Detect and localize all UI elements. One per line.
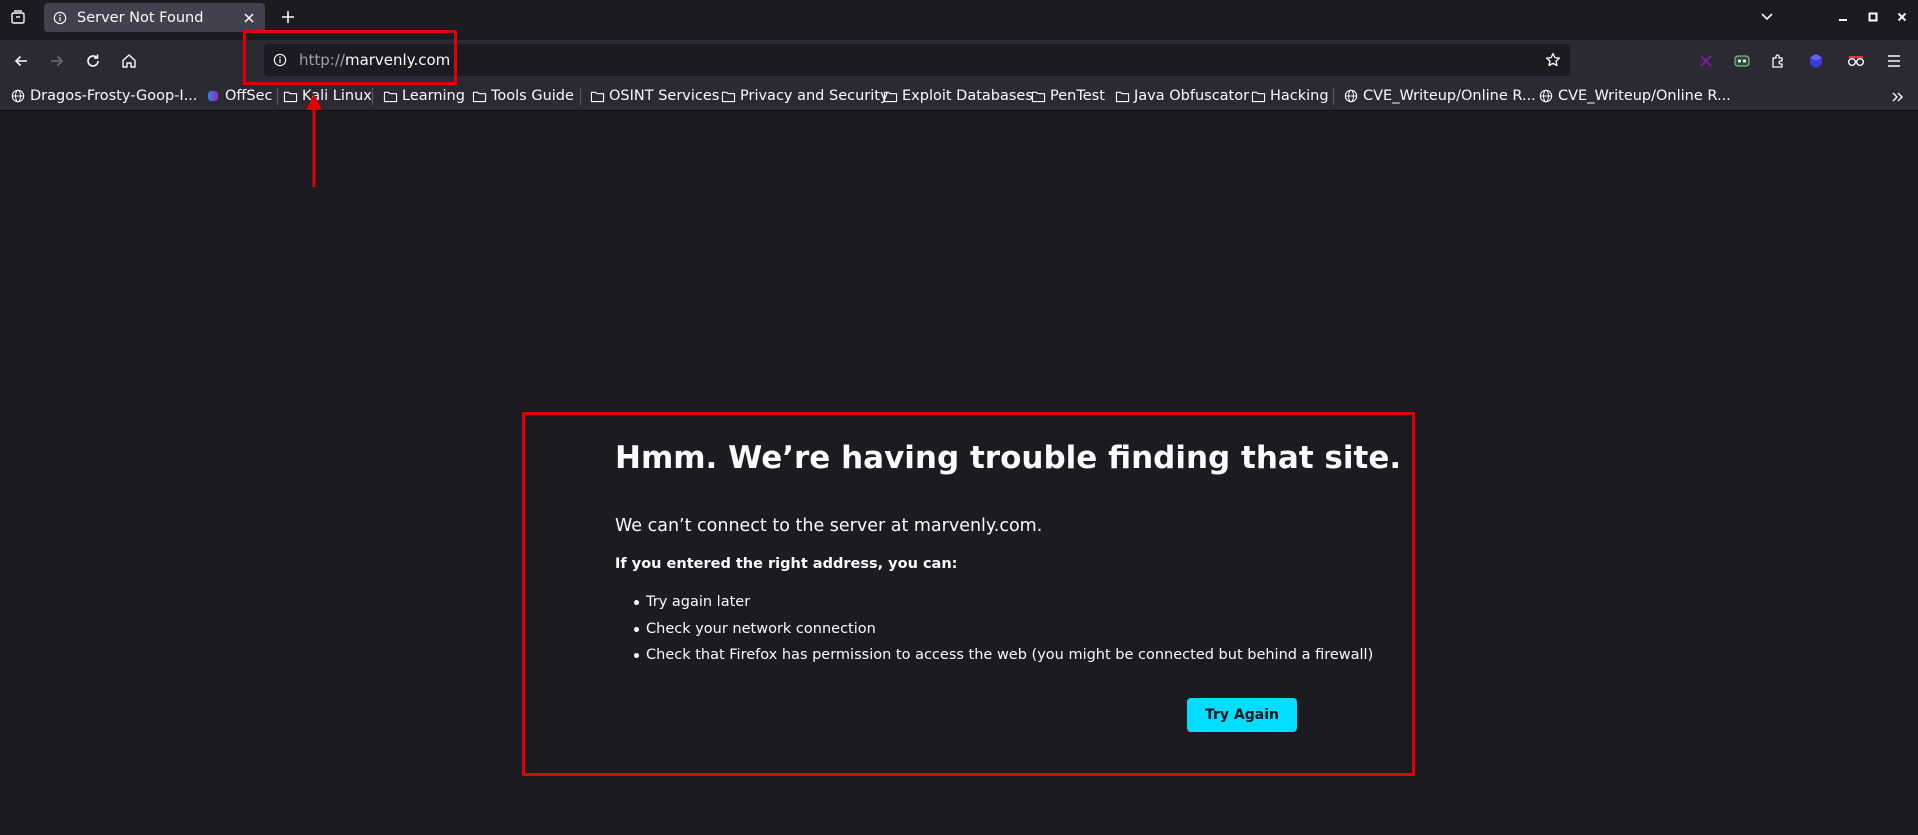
annotation-arrow xyxy=(306,94,322,187)
